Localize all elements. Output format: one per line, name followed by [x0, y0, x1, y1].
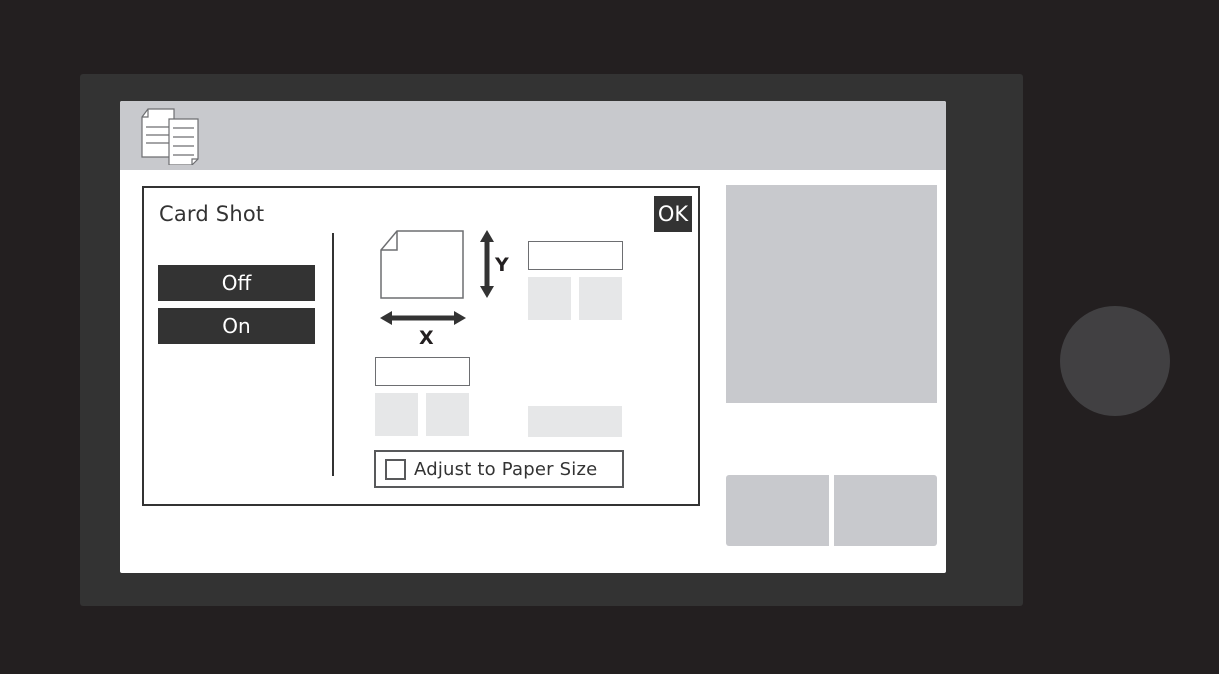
option-off-button[interactable]: Off [158, 265, 315, 301]
y-size-field[interactable] [528, 241, 623, 270]
checkbox-icon[interactable] [385, 458, 406, 480]
hardware-home-button[interactable] [1060, 306, 1170, 416]
option-on-button[interactable]: On [158, 308, 315, 344]
y-increase-button[interactable] [579, 277, 622, 320]
x-increase-button[interactable] [426, 393, 469, 436]
bottom-right-button[interactable] [834, 475, 937, 546]
paper-corner-icon [380, 230, 464, 299]
dialog-title: Card Shot [159, 202, 265, 226]
header-bar [120, 101, 946, 170]
ok-button[interactable]: OK [654, 196, 692, 232]
y-decrease-button[interactable] [528, 277, 571, 320]
y-axis-label: Y [495, 254, 509, 276]
x-arrow-icon [380, 311, 466, 325]
vertical-divider [332, 233, 334, 476]
paper-size-diagram [380, 230, 494, 325]
x-size-field[interactable] [375, 357, 470, 386]
wide-action-button[interactable] [528, 406, 622, 437]
adjust-to-paper-size-checkbox[interactable]: Adjust to Paper Size [374, 450, 624, 488]
x-decrease-button[interactable] [375, 393, 418, 436]
bottom-left-button[interactable] [726, 475, 829, 546]
touch-screen: Card Shot OK Off On Y X Adjust to Paper … [120, 101, 946, 573]
adjust-to-paper-size-label: Adjust to Paper Size [414, 458, 598, 480]
copy-documents-icon [141, 108, 199, 165]
y-arrow-icon [480, 230, 494, 298]
card-shot-dialog: Card Shot OK Off On Y X Adjust to Paper … [142, 186, 700, 506]
preview-panel [726, 185, 937, 403]
x-axis-label: X [419, 327, 434, 349]
